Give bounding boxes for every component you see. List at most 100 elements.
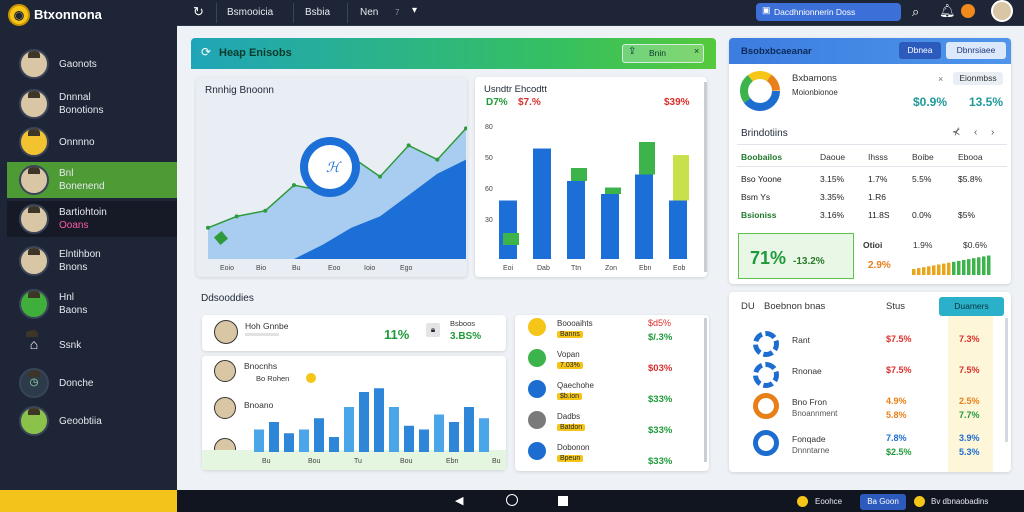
data-point [234, 214, 239, 219]
footer-b3[interactable]: Bv dbnaobadins [931, 497, 988, 506]
sidebar-item-7[interactable]: Hnl Baons [7, 286, 177, 322]
chevron-right-icon[interactable]: › [991, 127, 994, 138]
stat-button[interactable]: Eionmbss [953, 72, 1003, 85]
bar [284, 433, 294, 452]
table-header: Daoue [820, 152, 846, 162]
footer-b1[interactable]: Eoohce [815, 497, 842, 506]
bar [299, 429, 309, 452]
sidebar-item-2[interactable]: Dnnnal Bonotions [7, 86, 177, 122]
rlist-item-b: 7.5% [959, 365, 980, 375]
table-cell: $5.8% [958, 174, 983, 184]
mid-item-b: $33% [648, 425, 673, 436]
scrollbar[interactable] [704, 318, 707, 462]
mini-bar [967, 259, 971, 275]
list-icon [528, 349, 546, 367]
mini-bar [917, 268, 921, 275]
search-icon[interactable]: ⌕ [912, 4, 919, 20]
rlist-item-b2: 7.7% [959, 410, 980, 420]
mid-item-a: $d5% [648, 318, 672, 328]
table-cell: 1.R6 [868, 192, 886, 202]
tab-2[interactable]: Bsbia [305, 7, 330, 18]
home-nav-icon[interactable] [506, 494, 518, 506]
rlist-item-b: 3.9% [959, 433, 980, 443]
chevron-left-icon[interactable]: ‹ [974, 127, 977, 138]
list-icon [528, 318, 546, 336]
right-value-2: 13.5% [969, 95, 1004, 109]
scrollbar[interactable] [1005, 318, 1008, 442]
sidebar-item-9[interactable]: ◷ Donche [7, 365, 177, 401]
tab-1[interactable]: Bsmooicia [227, 7, 273, 18]
right-list-button[interactable]: Duamers [939, 297, 1004, 316]
bar-segment [673, 155, 689, 201]
rlist-item-b: 7.3% [959, 334, 980, 344]
sidebar-item-4[interactable]: Bnl Bonenend [7, 162, 177, 198]
mini-bar [942, 263, 946, 275]
section-title: Ddsooddies [201, 293, 254, 304]
x-tick-label: Eoi [503, 265, 514, 272]
row-label: Bsboos [450, 319, 476, 328]
close-icon[interactable]: × [938, 74, 943, 84]
data-point [435, 157, 440, 162]
mini-bar [962, 260, 966, 275]
right-title: Bsobxbcaeanar [741, 46, 812, 57]
row-bar [245, 333, 279, 336]
x-tick-label: Bou [400, 458, 413, 465]
mid-item-b: $03% [648, 363, 673, 374]
divider [293, 3, 294, 23]
search-input[interactable]: Dacdhnionnerin Doss [756, 3, 901, 21]
recent-nav-icon[interactable] [558, 496, 568, 506]
col-3: Stus [886, 301, 906, 312]
bar [359, 392, 369, 452]
sidebar-item-5[interactable]: Bartiohtoin Ooans [7, 201, 177, 237]
footer-b2[interactable]: Ba Goon [860, 494, 906, 510]
mid-item-name: Qaechohe [557, 381, 594, 390]
y-tick-label: 50 [485, 155, 493, 162]
coin-icon [797, 496, 808, 507]
mini-title: Otioi [863, 240, 883, 250]
table-cell: 11.8S [868, 210, 890, 220]
donut-icon [753, 430, 779, 456]
bar [329, 437, 339, 452]
back-icon[interactable]: ↻ [193, 4, 204, 20]
bar [254, 429, 264, 452]
bell-icon[interactable]: 🔔︎ [939, 3, 956, 19]
row-name: Hoh Gnnbe [245, 321, 289, 331]
data-point [263, 208, 268, 213]
sidebar-item-8[interactable]: ⌂ Ssnk [7, 327, 177, 363]
mid-item-name: Dobonon [557, 443, 590, 452]
right-value-1: $0.9% [913, 95, 948, 109]
bar-segment [503, 233, 519, 245]
data-point [292, 183, 296, 188]
scrollbar[interactable] [704, 82, 707, 272]
back-nav-icon[interactable]: ◀ [455, 494, 463, 507]
sidebar-item-6[interactable]: Elntihbon Bnons [7, 243, 177, 279]
yellow-bar [0, 490, 177, 512]
right-btn-2[interactable]: Dbnrsiaee [946, 42, 1006, 59]
bar [374, 388, 384, 452]
avatar [19, 289, 49, 319]
bar [635, 174, 653, 259]
close-icon[interactable]: × [694, 46, 699, 56]
donut-sub: Moionbionoe [792, 88, 838, 97]
mid-item-name: Boooaihts [557, 319, 593, 328]
sidebar-item-10[interactable]: Geoobtiia [7, 403, 177, 439]
pin-icon[interactable]: ⊀ [952, 127, 960, 138]
user-avatar[interactable] [991, 0, 1013, 22]
notification-badge[interactable] [961, 4, 975, 18]
bar-chart: 80 50 60 30 Eoi Dab Ttn Zon Ebn Eob [485, 124, 689, 272]
sidebar-item-3[interactable]: Onnnno [7, 124, 177, 160]
right-btn-1[interactable]: Dbnea [899, 42, 941, 59]
x-tick-label: Eoo [328, 265, 341, 272]
chevron-down-icon[interactable]: ▾ [412, 5, 417, 16]
table-header: Ebooa [958, 152, 983, 162]
sidebar-item-sub: Ooans [59, 220, 89, 231]
bar [419, 429, 429, 452]
banner-title: Heap Enisobs [219, 47, 292, 59]
table-cell: $5% [958, 210, 976, 220]
ring-icon: ℋ [326, 159, 342, 175]
table-header: Boobailos [741, 152, 783, 162]
sidebar-item-1[interactable]: Gaonots [7, 46, 177, 82]
tab-3[interactable]: Nen [360, 7, 378, 18]
mid-item-badge: Banns [557, 331, 583, 338]
bar [344, 407, 354, 452]
